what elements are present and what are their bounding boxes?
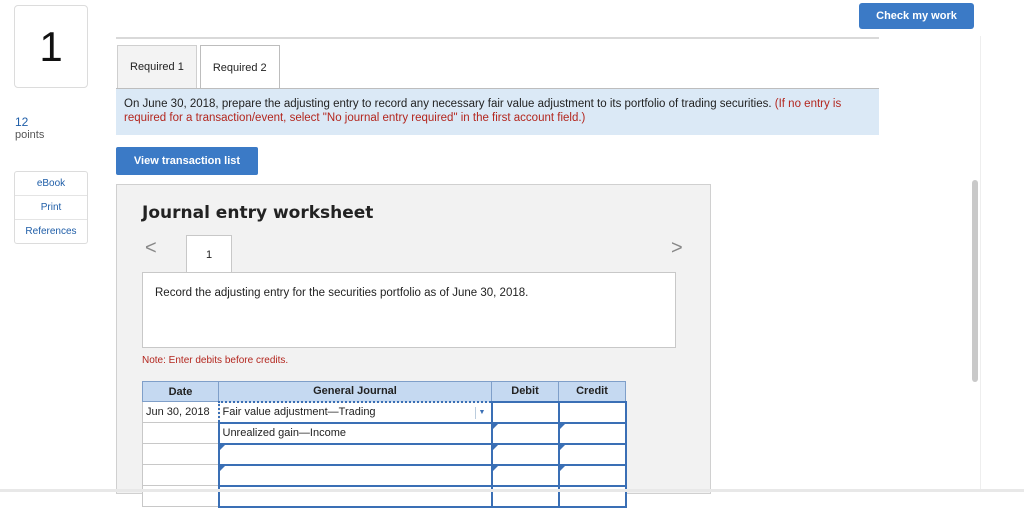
debit-input[interactable]	[490, 463, 560, 487]
input-marker-icon	[559, 423, 565, 429]
table-row: Jun 30, 2018 Fair value adjustment—Tradi…	[142, 400, 627, 424]
credit-input[interactable]	[557, 442, 627, 466]
points-label: points	[15, 129, 45, 141]
account-name: Fair value adjustment—Trading	[222, 406, 376, 418]
debit-credit-note: Note: Enter debits before credits.	[142, 355, 289, 366]
check-my-work-button[interactable]: Check my work	[859, 3, 974, 29]
journal-column-header: General Journal	[218, 381, 492, 402]
account-select[interactable]	[217, 463, 493, 487]
date-cell: Jun 30, 2018	[142, 401, 219, 423]
account-select[interactable]: Unrealized gain—Income	[217, 421, 493, 445]
input-marker-icon	[492, 465, 498, 471]
vertical-scrollbar[interactable]	[972, 180, 978, 382]
instruction-panel: On June 30, 2018, prepare the adjusting …	[116, 89, 879, 135]
credit-input[interactable]	[557, 463, 627, 487]
input-marker-icon	[219, 465, 225, 471]
header-divider	[116, 37, 879, 39]
input-marker-icon	[492, 423, 498, 429]
next-arrow-icon[interactable]: >	[671, 237, 683, 260]
table-row	[142, 442, 627, 466]
references-link[interactable]: References	[15, 220, 87, 243]
view-transaction-list-button[interactable]: View transaction list	[116, 147, 258, 175]
tab-required-1[interactable]: Required 1	[117, 45, 197, 88]
question-number: 1	[14, 5, 88, 88]
input-marker-icon	[219, 444, 225, 450]
print-link[interactable]: Print	[15, 196, 87, 220]
input-marker-icon	[559, 444, 565, 450]
debit-column-header: Debit	[491, 381, 559, 402]
date-column-header: Date	[142, 381, 219, 402]
instruction-text: On June 30, 2018, prepare the adjusting …	[124, 98, 772, 110]
credit-input[interactable]	[557, 421, 627, 445]
credit-input[interactable]	[557, 400, 627, 424]
debit-input[interactable]	[490, 442, 560, 466]
chevron-down-icon[interactable]: ▼	[474, 406, 489, 419]
requirement-tabs: Required 1 Required 2	[117, 45, 280, 89]
date-cell	[142, 464, 219, 486]
account-select[interactable]: Fair value adjustment—Trading ▼	[217, 400, 493, 424]
scroll-track	[980, 36, 981, 492]
ebook-link[interactable]: eBook	[15, 172, 87, 196]
points-value: 12	[15, 115, 29, 129]
account-select[interactable]	[217, 442, 493, 466]
table-row: Unrealized gain—Income	[142, 421, 627, 445]
input-marker-icon	[559, 465, 565, 471]
worksheet-title: Journal entry worksheet	[142, 203, 374, 223]
journal-worksheet: Journal entry worksheet < 1 > Record the…	[116, 184, 711, 508]
record-instruction: Record the adjusting entry for the secur…	[142, 272, 676, 348]
side-links: eBook Print References	[14, 171, 88, 244]
credit-column-header: Credit	[558, 381, 626, 402]
date-cell	[142, 422, 219, 444]
date-cell	[142, 443, 219, 465]
worksheet-page-tab[interactable]: 1	[186, 235, 232, 273]
debit-input[interactable]	[490, 421, 560, 445]
input-marker-icon	[492, 444, 498, 450]
table-row	[142, 463, 627, 487]
debit-input[interactable]	[490, 400, 560, 424]
tab-required-2[interactable]: Required 2	[199, 45, 280, 89]
prev-arrow-icon[interactable]: <	[145, 237, 157, 260]
